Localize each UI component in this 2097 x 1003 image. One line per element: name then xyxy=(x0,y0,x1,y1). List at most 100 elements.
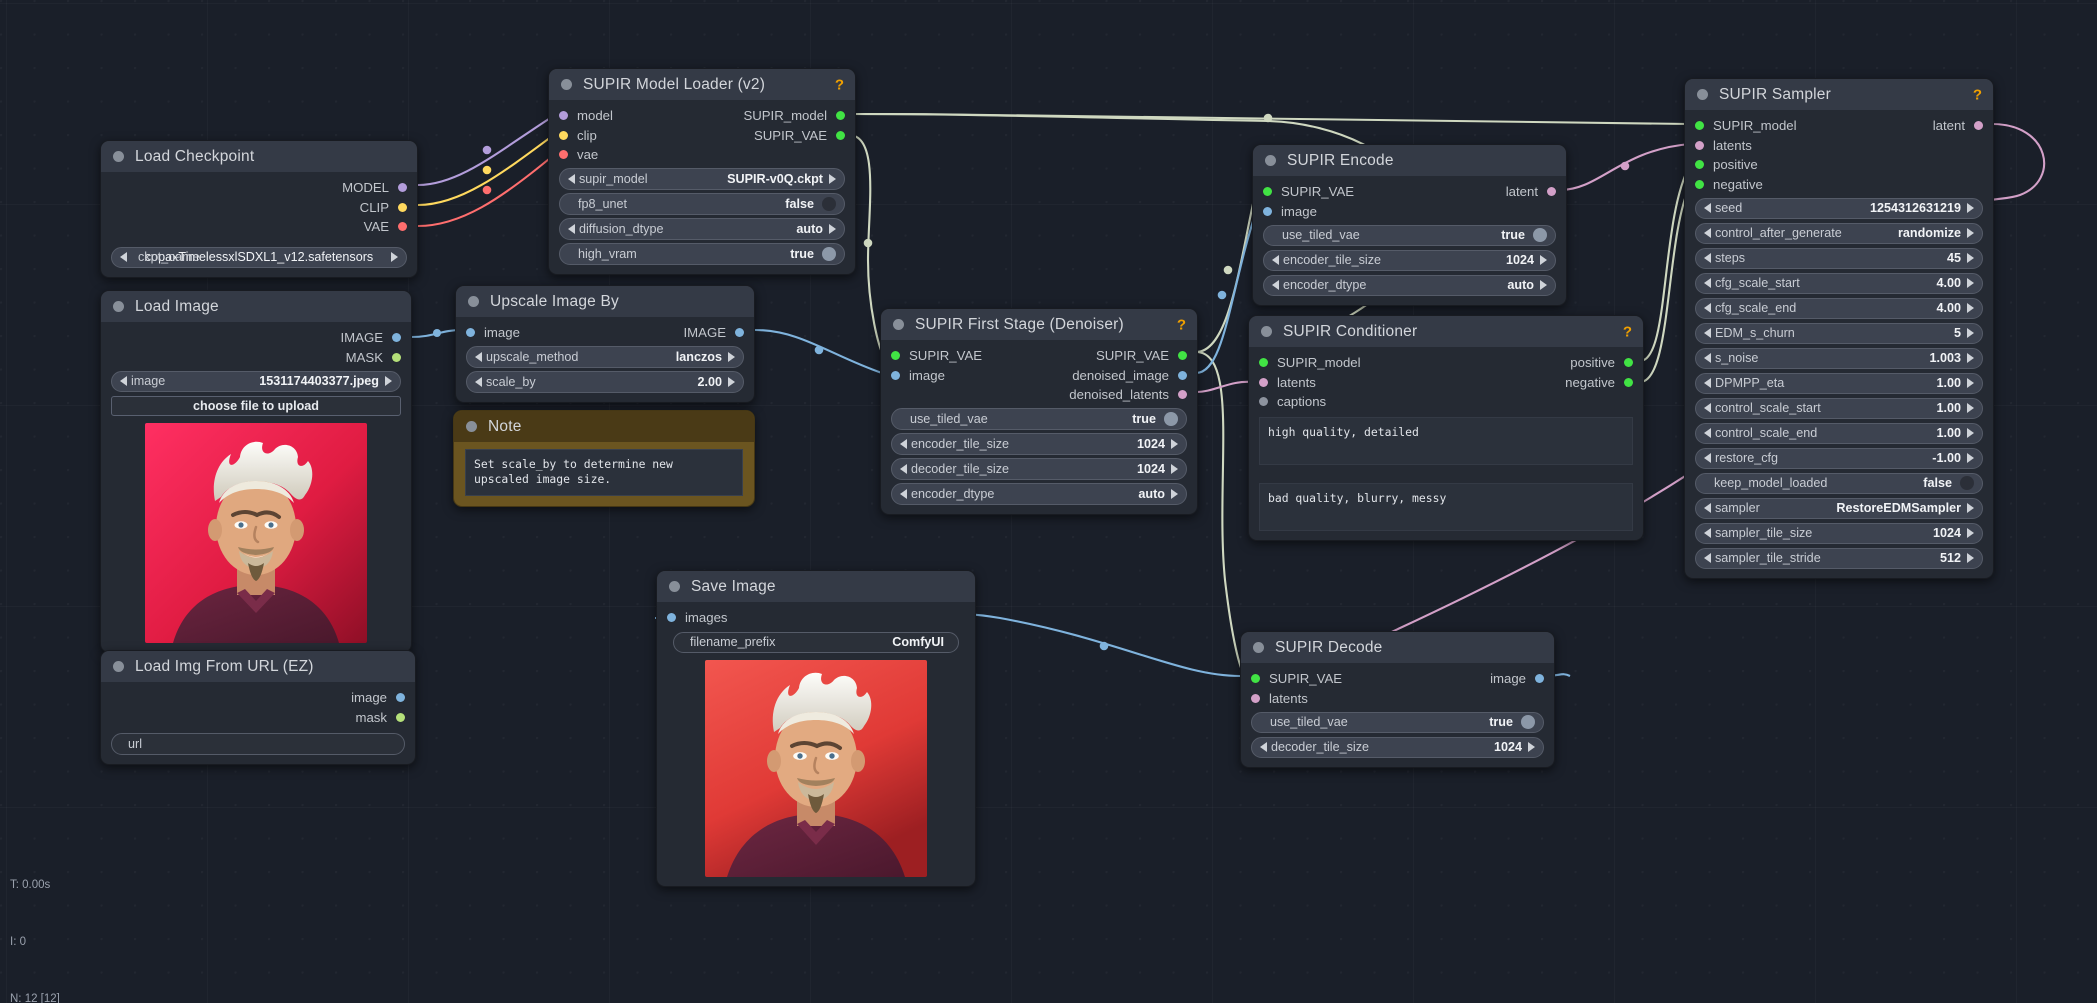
decrement-arrow-icon[interactable] xyxy=(1704,528,1711,539)
pin-image[interactable] xyxy=(1535,674,1544,684)
pin-negative[interactable] xyxy=(1695,179,1704,189)
collapse-dot-icon[interactable] xyxy=(1265,155,1276,166)
input-slot-images[interactable]: images xyxy=(667,610,728,625)
collapse-dot-icon[interactable] xyxy=(466,421,477,432)
increment-arrow-icon[interactable] xyxy=(1171,463,1178,474)
output-slot-denoised-image[interactable]: denoised_image xyxy=(1072,368,1187,383)
input-slot-image[interactable]: image xyxy=(1263,204,1317,219)
node-title-bar[interactable]: SUPIR Conditioner ? xyxy=(1249,316,1643,347)
pin-clip[interactable] xyxy=(398,202,407,212)
negative-prompt-textarea[interactable]: bad quality, blurry, messy xyxy=(1259,482,1633,531)
widget-s-noise[interactable]: s_noise 1.003 xyxy=(1695,347,1983,369)
pin-negative[interactable] xyxy=(1624,377,1633,387)
increment-arrow-icon[interactable] xyxy=(1967,228,1974,239)
widget-sampler[interactable]: sampler RestoreEDMSampler xyxy=(1695,497,1983,519)
pin-supir-model[interactable] xyxy=(1695,121,1704,131)
node-title-bar[interactable]: Load Checkpoint xyxy=(101,141,417,172)
widget-image-file[interactable]: image 1531174403377.jpeg xyxy=(111,370,401,392)
decrement-arrow-icon[interactable] xyxy=(900,488,907,499)
decrement-arrow-icon[interactable] xyxy=(475,351,482,362)
widget-encoder-dtype[interactable]: encoder_dtype auto xyxy=(1263,274,1556,296)
output-slot-mask[interactable]: MASK xyxy=(346,350,401,365)
pin-image[interactable] xyxy=(392,333,401,343)
increment-arrow-icon[interactable] xyxy=(1540,280,1547,291)
pin-mask[interactable] xyxy=(392,352,401,362)
collapse-dot-icon[interactable] xyxy=(113,151,124,162)
decrement-arrow-icon[interactable] xyxy=(1704,328,1711,339)
input-slot-supir-vae[interactable]: SUPIR_VAE xyxy=(891,348,982,363)
node-title-bar[interactable]: Note xyxy=(454,411,754,442)
increment-arrow-icon[interactable] xyxy=(1171,488,1178,499)
pin-supir-vae[interactable] xyxy=(1251,674,1260,684)
output-slot-image[interactable]: image xyxy=(1490,671,1544,686)
widget-use-tiled-vae[interactable]: use_tiled_vae true xyxy=(1263,224,1556,246)
output-slot-vae[interactable]: VAE xyxy=(364,219,407,234)
decrement-arrow-icon[interactable] xyxy=(1704,203,1711,214)
decrement-arrow-icon[interactable] xyxy=(1704,403,1711,414)
node-title-bar[interactable]: Upscale Image By xyxy=(456,286,754,317)
increment-arrow-icon[interactable] xyxy=(1967,328,1974,339)
decrement-arrow-icon[interactable] xyxy=(1260,742,1267,753)
collapse-dot-icon[interactable] xyxy=(669,581,680,592)
input-slot-latents[interactable]: latents xyxy=(1695,138,1752,153)
widget-control-scale-start[interactable]: control_scale_start 1.00 xyxy=(1695,397,1983,419)
increment-arrow-icon[interactable] xyxy=(1967,378,1974,389)
output-slot-image[interactable]: IMAGE xyxy=(684,325,744,340)
image-preview-thumbnail[interactable] xyxy=(145,423,367,643)
pin-model[interactable] xyxy=(559,111,568,121)
node-title-bar[interactable]: Load Image xyxy=(101,291,411,322)
pin-image[interactable] xyxy=(1263,206,1272,216)
increment-arrow-icon[interactable] xyxy=(1967,528,1974,539)
help-icon[interactable]: ? xyxy=(835,76,844,93)
pin-vae[interactable] xyxy=(559,150,568,160)
collapse-dot-icon[interactable] xyxy=(113,661,124,672)
widget-restore-cfg[interactable]: restore_cfg -1.00 xyxy=(1695,447,1983,469)
widget-supir-model[interactable]: supir_model SUPIR-v0Q.ckpt xyxy=(559,168,845,190)
widget-sampler-tile-size[interactable]: sampler_tile_size 1024 xyxy=(1695,522,1983,544)
pin-image-out[interactable] xyxy=(735,328,744,338)
node-title-bar[interactable]: SUPIR Decode xyxy=(1241,632,1554,663)
increment-arrow-icon[interactable] xyxy=(1967,253,1974,264)
widget-edm-s-churn[interactable]: EDM_s_churn 5 xyxy=(1695,322,1983,344)
node-title-bar[interactable]: SUPIR Model Loader (v2) ? xyxy=(549,69,855,100)
increment-arrow-icon[interactable] xyxy=(1967,278,1974,289)
output-slot-supir-vae[interactable]: SUPIR_VAE xyxy=(754,128,845,143)
widget-filename-prefix[interactable]: filename_prefix ComfyUI xyxy=(673,631,959,653)
pin-positive[interactable] xyxy=(1624,358,1633,368)
collapse-dot-icon[interactable] xyxy=(468,296,479,307)
toggle-knob-icon[interactable] xyxy=(1164,411,1178,426)
widget-upscale-method[interactable]: upscale_method lanczos xyxy=(466,346,744,368)
input-slot-captions[interactable]: captions xyxy=(1259,394,1326,409)
toggle-knob-icon[interactable] xyxy=(1533,228,1547,243)
decrement-arrow-icon[interactable] xyxy=(475,376,482,387)
decrement-arrow-icon[interactable] xyxy=(120,252,127,263)
node-supir-sampler[interactable]: SUPIR Sampler ? SUPIR_model latent laten… xyxy=(1684,78,1994,579)
decrement-arrow-icon[interactable] xyxy=(1704,303,1711,314)
increment-arrow-icon[interactable] xyxy=(728,376,735,387)
output-slot-model[interactable]: MODEL xyxy=(342,180,407,195)
node-note[interactable]: Note Set scale_by to determine new upsca… xyxy=(453,410,755,507)
widget-keep-model-loaded[interactable]: keep_model_loaded false xyxy=(1695,472,1983,494)
increment-arrow-icon[interactable] xyxy=(1171,438,1178,449)
output-slot-denoised-latents[interactable]: denoised_latents xyxy=(1069,387,1187,402)
pin-captions[interactable] xyxy=(1259,397,1268,407)
increment-arrow-icon[interactable] xyxy=(1540,255,1547,266)
widget-steps[interactable]: steps 45 xyxy=(1695,247,1983,269)
widget-cfg-scale-start[interactable]: cfg_scale_start 4.00 xyxy=(1695,272,1983,294)
input-slot-positive[interactable]: positive xyxy=(1695,157,1758,172)
decrement-arrow-icon[interactable] xyxy=(900,438,907,449)
decrement-arrow-icon[interactable] xyxy=(1704,353,1711,364)
node-load-image[interactable]: Load Image IMAGE MASK image 153117440337… xyxy=(100,290,412,653)
pin-image[interactable] xyxy=(396,693,405,703)
collapse-dot-icon[interactable] xyxy=(1697,89,1708,100)
decrement-arrow-icon[interactable] xyxy=(1704,428,1711,439)
pin-model[interactable] xyxy=(398,183,407,193)
input-slot-supir-model[interactable]: SUPIR_model xyxy=(1259,355,1361,370)
pin-supir-vae-out[interactable] xyxy=(1178,351,1187,361)
node-supir-conditioner[interactable]: SUPIR Conditioner ? SUPIR_model positive… xyxy=(1248,315,1644,541)
output-slot-supir-vae[interactable]: SUPIR_VAE xyxy=(1096,348,1187,363)
widget-encoder-dtype[interactable]: encoder_dtype auto xyxy=(891,483,1187,505)
decrement-arrow-icon[interactable] xyxy=(1704,378,1711,389)
output-slot-mask[interactable]: mask xyxy=(355,710,405,725)
collapse-dot-icon[interactable] xyxy=(1261,326,1272,337)
